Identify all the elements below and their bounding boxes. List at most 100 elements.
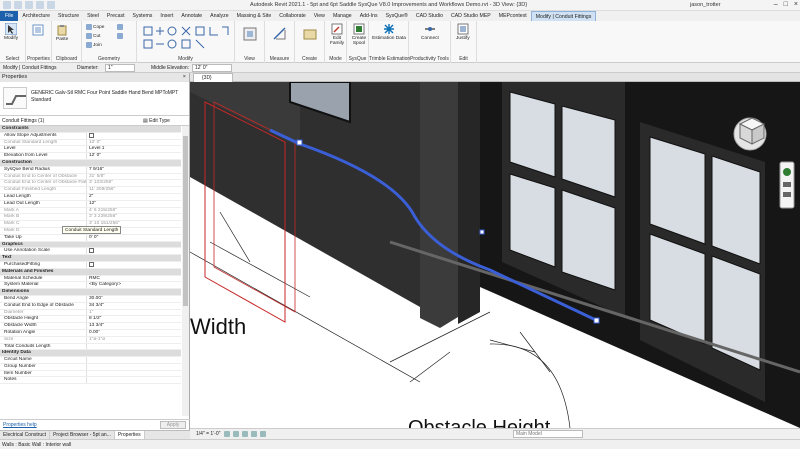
property-group[interactable]: Graphics — [0, 241, 181, 249]
tab-manage[interactable]: Manage — [329, 11, 356, 21]
paste-button[interactable]: Paste — [56, 24, 68, 42]
revit-logo-icon[interactable] — [3, 1, 11, 9]
property-value[interactable] — [86, 370, 181, 377]
view-cube[interactable] — [733, 117, 767, 151]
view-control-icons[interactable] — [224, 431, 266, 437]
property-value[interactable]: 2" — [86, 193, 181, 200]
tab-sysque[interactable]: SysQue® — [382, 11, 412, 21]
tab-mepcontext[interactable]: MEPcontext — [495, 11, 531, 21]
property-value[interactable]: <By Category> — [86, 282, 181, 289]
tab-add-ins[interactable]: Add-Ins — [356, 11, 382, 21]
palette-tab[interactable]: Project Browser - 5pt an... — [50, 431, 115, 439]
join-button[interactable]: Join — [86, 42, 102, 48]
tab-file[interactable]: File — [0, 11, 19, 21]
tab-collaborate[interactable]: Collaborate — [275, 11, 310, 21]
property-group[interactable]: Identity Data — [0, 350, 181, 358]
property-value[interactable]: 13 3/4" — [86, 323, 181, 329]
navigation-bar[interactable] — [779, 161, 795, 209]
estimation-data-button[interactable]: Estimation Data — [372, 23, 406, 41]
create-spool-button[interactable]: Create Spool — [350, 23, 368, 46]
model-selector[interactable]: Main Model — [513, 430, 583, 438]
tab-cad-studio[interactable]: CAD Studio — [412, 11, 447, 21]
property-value[interactable] — [86, 377, 181, 384]
property-group[interactable]: Text — [0, 255, 181, 262]
justify-button[interactable]: Justify — [456, 23, 470, 41]
connect-button[interactable]: Connect — [421, 23, 439, 41]
tab-cad-studio-mep[interactable]: CAD Studio MEP — [447, 11, 495, 21]
property-value[interactable]: 0' 0" — [86, 234, 181, 241]
tab-precast[interactable]: Precast — [103, 11, 129, 21]
minimize-icon[interactable]: – — [774, 1, 778, 8]
shadows-icon[interactable] — [251, 431, 257, 437]
tab-massing-site[interactable]: Massing & Site — [233, 11, 276, 21]
view-icon[interactable] — [243, 27, 257, 41]
tab-insert[interactable]: Insert — [156, 11, 177, 21]
scrollbar-thumb[interactable] — [183, 136, 188, 306]
tab-steel[interactable]: Steel — [83, 11, 103, 21]
edit-type-button[interactable]: ▤ Edit Type — [143, 116, 170, 126]
view-scale[interactable]: 1/4" = 1'-0" — [196, 431, 220, 437]
measure-icon[interactable] — [273, 27, 287, 41]
geometry-tool-2[interactable] — [117, 33, 123, 39]
geometry-tool-1[interactable] — [117, 24, 123, 30]
close-icon[interactable]: × — [794, 1, 798, 8]
property-value[interactable]: 34 3/4" — [86, 302, 181, 309]
tab-analyze[interactable]: Analyze — [206, 11, 232, 21]
tab-modify-conduit-fittings[interactable]: Modify | Conduit Fittings — [530, 11, 597, 21]
close-properties-icon[interactable]: × — [183, 73, 186, 82]
property-group[interactable]: Constraints — [0, 126, 181, 133]
property-value[interactable]: RMC — [86, 275, 181, 282]
cut-button[interactable]: Cut — [86, 33, 100, 39]
detail-level-icon[interactable] — [224, 431, 230, 437]
property-value[interactable]: 12' 0" — [86, 153, 181, 159]
modify-tools-icons[interactable] — [142, 25, 230, 51]
open-icon[interactable] — [14, 1, 22, 9]
property-value[interactable]: Level 1 — [86, 146, 181, 153]
save-icon[interactable] — [25, 1, 33, 9]
maximize-icon[interactable]: □ — [784, 1, 788, 8]
apply-button[interactable]: Apply — [160, 421, 186, 429]
property-group[interactable]: Dimensions — [0, 289, 181, 296]
property-value[interactable]: 0.00° — [86, 329, 181, 336]
property-value[interactable]: 30.00° — [86, 295, 181, 302]
property-value[interactable] — [86, 343, 181, 350]
checkbox[interactable] — [89, 261, 94, 267]
type-selector[interactable]: GENERIC Galv-Stl RMC Four Point Saddle H… — [0, 82, 189, 116]
tab-3d-view[interactable]: {3D} — [193, 73, 233, 82]
user-name[interactable]: jason_trotter — [690, 2, 721, 8]
property-group[interactable]: Construction — [0, 159, 181, 167]
property-group[interactable]: Materials and Finishes — [0, 268, 181, 276]
instance-selector[interactable]: Conduit Fittings (1) ▤ Edit Type — [0, 116, 189, 126]
modify-button[interactable]: Modify — [4, 23, 18, 41]
property-value[interactable] — [86, 357, 181, 363]
diameter-select[interactable]: 1" — [105, 64, 135, 72]
tab-systems[interactable]: Systems — [129, 11, 157, 21]
tab-architecture[interactable]: Architecture — [18, 11, 54, 21]
property-value[interactable]: 8 1/2" — [86, 316, 181, 323]
visual-style-icon[interactable] — [233, 431, 239, 437]
checkbox[interactable] — [89, 132, 94, 138]
properties-help-link[interactable]: Properties help — [3, 422, 37, 428]
tab-annotate[interactable]: Annotate — [177, 11, 206, 21]
property-value[interactable]: 12" — [86, 200, 181, 207]
property-checkbox[interactable] — [86, 261, 181, 268]
edit-family-button[interactable]: Edit Family — [328, 23, 346, 46]
cope-button[interactable]: Cope — [86, 24, 104, 30]
checkbox[interactable] — [89, 248, 94, 254]
redo-icon[interactable] — [47, 1, 55, 9]
3d-view-canvas[interactable]: Width Obstacle Height — [190, 82, 800, 428]
crop-icon[interactable] — [260, 431, 266, 437]
tab-structure[interactable]: Structure — [54, 11, 83, 21]
quick-access-toolbar[interactable] — [3, 1, 55, 9]
undo-icon[interactable] — [36, 1, 44, 9]
properties-button[interactable] — [32, 24, 44, 37]
create-group-icon[interactable] — [303, 27, 317, 41]
model-graphics[interactable]: Width Obstacle Height — [190, 82, 800, 428]
property-checkbox[interactable] — [86, 248, 181, 255]
properties-scrollbar[interactable] — [182, 126, 189, 416]
middle-elevation-input[interactable]: 12' 0" — [192, 64, 232, 72]
palette-tab[interactable]: Electrical Construct — [0, 431, 51, 439]
tab-view[interactable]: View — [310, 11, 329, 21]
palette-tab[interactable]: Properties — [114, 431, 145, 439]
property-value[interactable]: 7 9/16" — [86, 166, 181, 173]
